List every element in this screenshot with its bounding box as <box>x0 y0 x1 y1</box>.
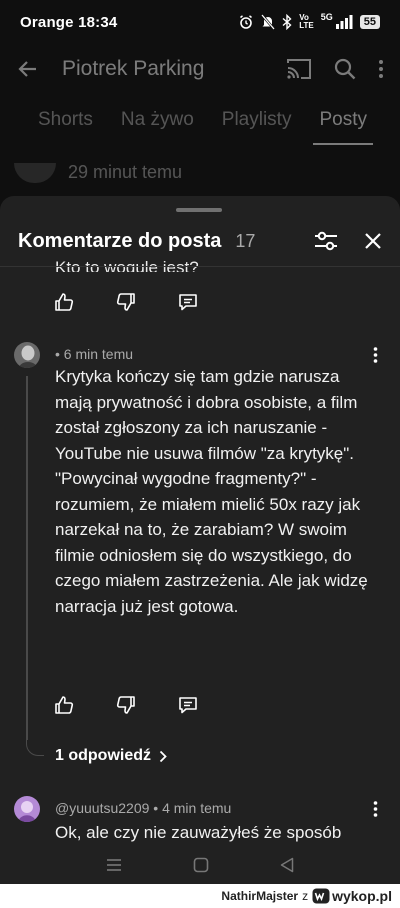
wykop-logo-icon <box>312 888 330 904</box>
like-icon[interactable] <box>54 695 74 715</box>
comment-meta: @yuuutsu2209 • 4 min temu <box>55 800 232 816</box>
recents-icon[interactable] <box>106 858 122 872</box>
status-bar: Orange 18:34 Vo LTE 5G 55 <box>0 0 400 44</box>
dislike-icon[interactable] <box>116 292 136 312</box>
drag-handle[interactable] <box>176 208 222 212</box>
volte-icon: Vo LTE <box>299 13 314 30</box>
thread-line <box>26 376 28 740</box>
chevron-right-icon <box>159 750 167 762</box>
like-icon[interactable] <box>54 292 74 312</box>
network-type: 5G <box>320 12 333 22</box>
watermark-user: NathirMajster <box>221 889 299 903</box>
avatar[interactable] <box>14 342 40 368</box>
tab-playlists[interactable]: Playlisty <box>222 109 292 131</box>
search-icon[interactable] <box>334 58 356 80</box>
alarm-icon <box>240 15 253 29</box>
wykop-site: wykop.pl <box>332 888 392 904</box>
previous-comment-text: Kto to wogule jest? <box>55 252 199 272</box>
home-icon[interactable] <box>193 857 209 873</box>
cast-icon[interactable] <box>286 58 312 80</box>
watermark-strip: NathirMajster z wykop.pl <box>0 884 400 908</box>
more-vert-icon <box>373 347 378 363</box>
comment-text: Krytyka kończy się tam gdzie narusza maj… <box>55 367 368 616</box>
channel-avatar <box>14 162 56 183</box>
comments-sheet: Komentarze do posta 17 Kto to wogule jes… <box>0 196 400 846</box>
bluetooth-icon <box>282 14 292 30</box>
reply-icon[interactable] <box>178 292 198 312</box>
comments-count: 17 <box>235 230 256 251</box>
comment-more-button[interactable] <box>373 347 378 368</box>
background-channel-page: Piotrek Parking Shorts Na żywo Playlisty… <box>0 44 400 204</box>
header-divider <box>0 266 400 267</box>
reply-icon[interactable] <box>178 695 198 715</box>
tab-shorts[interactable]: Shorts <box>38 109 93 131</box>
tab-live[interactable]: Na żywo <box>121 109 194 131</box>
system-nav-bar <box>0 846 400 884</box>
comment-more-button[interactable] <box>373 801 378 822</box>
battery-indicator: 55 <box>359 15 380 29</box>
post-header: 29 minut temu <box>0 162 400 183</box>
more-vert-icon <box>373 801 378 817</box>
post-time: 29 minut temu <box>68 162 183 182</box>
comments-title: Komentarze do posta <box>18 229 222 252</box>
sort-filter-button[interactable] <box>314 230 338 252</box>
sliders-icon <box>315 231 337 251</box>
previous-comment-actions <box>54 292 198 312</box>
back-arrow-icon[interactable] <box>16 57 40 81</box>
comment-meta: • 6 min temu <box>55 346 134 362</box>
comment-text: Ok, ale czy nie zauważyłeś że sposób <box>55 823 342 842</box>
top-app-bar: Piotrek Parking <box>0 44 400 94</box>
close-icon <box>365 233 381 249</box>
replies-label: 1 odpowiedź <box>55 747 151 764</box>
channel-title: Piotrek Parking <box>62 57 205 80</box>
status-icons: Vo LTE 5G 55 <box>238 12 380 30</box>
tab-posts[interactable]: Posty <box>313 109 373 145</box>
avatar[interactable] <box>14 796 40 822</box>
thread-curve <box>26 740 44 756</box>
signal-icon <box>335 15 353 29</box>
channel-tabs: Shorts Na żywo Playlisty Posty <box>0 94 400 146</box>
view-replies-button[interactable]: 1 odpowiedź <box>55 747 167 765</box>
mute-icon <box>261 14 276 30</box>
close-button[interactable] <box>364 232 382 250</box>
back-icon[interactable] <box>280 857 294 873</box>
more-vert-icon[interactable] <box>378 59 384 79</box>
wykop-logo: wykop.pl <box>312 888 392 904</box>
dislike-icon[interactable] <box>116 695 136 715</box>
carrier-time: Orange 18:34 <box>20 13 118 31</box>
watermark-separator: z <box>302 889 309 903</box>
previous-comment-tail: Kto to wogule jest? <box>55 258 199 272</box>
comment-actions <box>54 695 198 715</box>
